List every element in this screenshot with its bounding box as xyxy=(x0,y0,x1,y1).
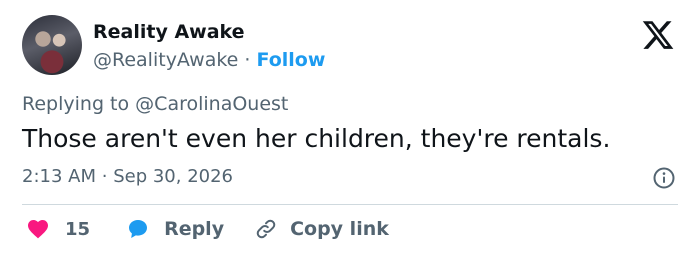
like-button[interactable]: 15 xyxy=(26,217,90,241)
replying-to-handle[interactable]: @CarolinaOuest xyxy=(135,93,288,115)
copy-link-button[interactable]: Copy link xyxy=(254,217,389,241)
copy-link-label: Copy link xyxy=(290,218,389,240)
action-bar: 15 Reply Copy link xyxy=(22,214,389,244)
replying-to-label: Replying to xyxy=(22,93,130,115)
tweet-timestamp[interactable]: 2:13 AM · Sep 30, 2026 xyxy=(22,166,233,187)
tweet-text: Those aren't even her children, they're … xyxy=(22,124,611,153)
timestamp-separator: · xyxy=(101,166,108,187)
tweet-time: 2:13 AM xyxy=(22,166,96,187)
author-block: Reality Awake @RealityAwake · Follow xyxy=(93,20,325,72)
tweet-card: Reality Awake @RealityAwake · Follow Rep… xyxy=(0,0,700,256)
reply-button[interactable]: Reply xyxy=(126,217,224,241)
tweet-date: Sep 30, 2026 xyxy=(113,166,234,187)
speech-bubble-icon xyxy=(129,220,148,238)
author-handle-line: @RealityAwake · Follow xyxy=(93,48,325,72)
author-display-name[interactable]: Reality Awake xyxy=(93,20,325,44)
x-logo-icon[interactable] xyxy=(640,18,676,52)
likes-count: 15 xyxy=(65,218,91,240)
divider xyxy=(22,204,678,205)
follow-button[interactable]: Follow xyxy=(257,49,326,71)
info-icon[interactable] xyxy=(652,166,676,190)
author-handle[interactable]: @RealityAwake xyxy=(93,49,238,71)
heart-icon xyxy=(28,220,48,239)
link-icon xyxy=(256,219,276,239)
avatar[interactable] xyxy=(22,15,82,75)
replying-to-line: Replying to @CarolinaOuest xyxy=(22,93,288,115)
reply-label: Reply xyxy=(164,218,225,240)
handle-separator: · xyxy=(244,49,251,71)
